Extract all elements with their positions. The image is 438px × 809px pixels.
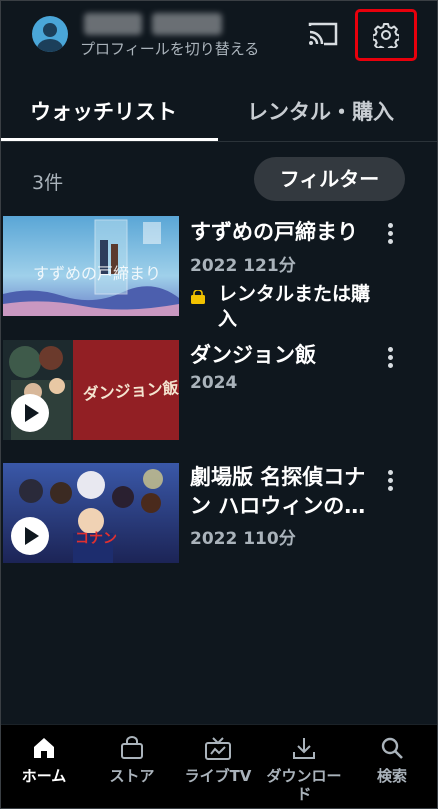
profile-avatar[interactable] [32,16,68,52]
play-icon [25,527,39,545]
tab-rental-purchase[interactable]: レンタル・購入 [247,96,394,126]
list-item[interactable]: ダンジョン飯 ダンジョン飯 2024 [0,340,438,440]
nav-label-live-tv: ライブTV [184,767,252,785]
nav-label-store: ストア [109,767,155,785]
bottom-nav: ホーム ストア ライブTV ダウンロード 検索 [0,724,438,809]
nav-store[interactable]: ストア [88,725,176,809]
play-button[interactable] [11,394,49,432]
svg-text:すずめの戸締まり: すずめの戸締まり [33,264,161,283]
gear-icon [373,23,399,48]
list-item[interactable]: コナン 劇場版 名探偵コナン ハロウィンの… 2022 110分 [0,463,438,563]
profile-name-blurred[interactable] [84,13,222,35]
store-bag-icon [191,290,205,304]
home-icon [34,738,54,758]
nav-live-tv[interactable]: ライブTV [174,725,262,809]
list-item[interactable]: すずめの戸締まり すずめの戸締まり 2022 121分 レンタルまたは購入 [0,216,438,330]
item-title[interactable]: 劇場版 名探偵コナン ハロウィンの… [190,463,385,521]
more-options-button[interactable] [380,344,400,374]
download-icon [293,738,315,759]
cast-icon [308,22,338,46]
store-bag-icon [121,736,143,759]
tab-bar: ウォッチリスト レンタル・購入 [0,80,438,142]
nav-label-download: ダウンロード [266,767,342,803]
svg-text:コナン: コナン [75,531,117,547]
item-meta: 2024 [190,373,238,393]
nav-search[interactable]: 検索 [348,725,436,809]
item-meta: 2022 121分 [190,256,296,276]
search-icon [381,737,403,759]
rent-or-buy-text: レンタルまたは購入 [218,283,371,330]
live-tv-icon [205,737,231,760]
tab-watchlist[interactable]: ウォッチリスト [30,96,177,126]
nav-label-home: ホーム [21,767,67,785]
suzume-thumbnail[interactable]: すずめの戸締まり [3,216,179,316]
more-options-button[interactable] [380,220,400,250]
switch-profile-link[interactable]: プロフィールを切り替える [80,38,259,59]
item-title[interactable]: すずめの戸締まり [190,218,385,247]
tab-divider [0,141,438,142]
play-icon [25,404,39,422]
dungeon-meshi-thumbnail[interactable]: ダンジョン飯 [3,340,179,440]
filter-button[interactable]: フィルター [254,157,405,201]
play-button[interactable] [11,517,49,555]
settings-button[interactable] [355,9,417,61]
nav-download[interactable]: ダウンロード [260,725,348,809]
item-meta: 2022 110分 [190,529,296,549]
nav-label-search: 検索 [376,767,407,785]
detective-conan-thumbnail[interactable]: コナン [3,463,179,563]
item-title[interactable]: ダンジョン飯 [190,341,385,370]
cast-button[interactable] [306,20,340,48]
more-options-button[interactable] [380,467,400,497]
item-count: 3件 [32,172,64,194]
nav-home[interactable]: ホーム [0,725,88,809]
